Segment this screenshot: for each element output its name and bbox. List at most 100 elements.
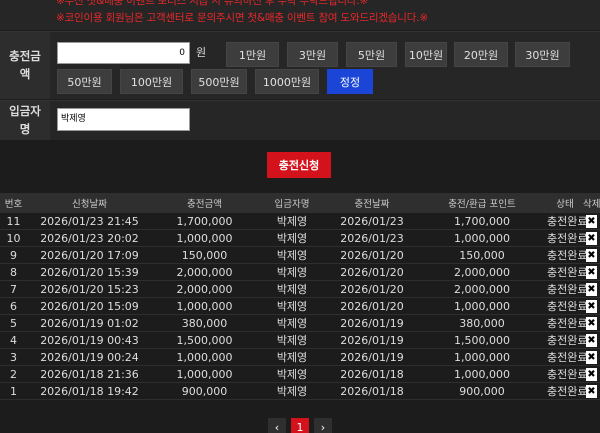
amount-button-5m[interactable]: 500만원: [191, 69, 247, 94]
notice-line-2: ※코인이용 회원님은 고객센터로 문의주시면 첫&매충 이벤트 참여 도와드리겠…: [56, 12, 428, 24]
prev-page-button[interactable]: ‹: [268, 418, 286, 433]
cell-charge-date: 2026/01/19: [340, 333, 404, 347]
cell-points: 1,000,000: [454, 299, 510, 313]
cell-request-date: 2026/01/20 15:23: [40, 282, 139, 296]
cell-charge-date: 2026/01/18: [340, 384, 404, 398]
amount-button-50k[interactable]: 5만원: [346, 42, 397, 67]
cell-amount: 2,000,000: [176, 282, 233, 296]
cell-points: 380,000: [459, 316, 505, 330]
cell-status: 충전완료: [547, 334, 588, 347]
delete-icon[interactable]: ✖: [586, 232, 597, 245]
table-row: 2 2026/01/18 21:36 1,000,000 박제영 2026/01/18 1…: [0, 366, 600, 383]
header-charge-date: 충전날짜: [354, 199, 390, 210]
cell-status: 충전완료: [547, 266, 588, 279]
amount-button-300k[interactable]: 30만원: [515, 42, 570, 67]
amount-button-10k[interactable]: 1만원: [226, 42, 279, 67]
cell-points: 1,000,000: [454, 350, 510, 364]
delete-icon[interactable]: ✖: [586, 266, 597, 279]
header-delete: 삭제: [583, 199, 600, 210]
cell-no: 3: [10, 350, 17, 364]
cell-depositor: 박제영: [276, 317, 308, 330]
cell-no: 1: [10, 384, 17, 398]
cell-delete: ✖: [583, 333, 600, 347]
cell-status: 충전완료: [547, 232, 588, 245]
cell-status: 충전완료: [547, 317, 588, 330]
cell-points: 2,000,000: [454, 265, 510, 279]
amount-button-10m[interactable]: 1000만원: [255, 69, 319, 94]
header-request-date: 신청날짜: [72, 199, 107, 210]
cell-status: 충전완료: [547, 368, 588, 381]
cell-request-date: 2026/01/19 00:43: [40, 333, 139, 347]
amount-button-100k[interactable]: 10만원: [405, 42, 447, 67]
cell-request-date: 2026/01/20 17:09: [40, 248, 139, 262]
next-page-button[interactable]: ›: [314, 418, 332, 433]
cell-amount: 1,700,000: [176, 214, 233, 228]
correct-button[interactable]: 정정: [327, 69, 373, 94]
delete-icon[interactable]: ✖: [586, 249, 597, 262]
delete-icon[interactable]: ✖: [586, 334, 597, 347]
header-depositor: 입금자명: [274, 199, 310, 210]
page-button-current[interactable]: 1: [291, 418, 309, 433]
cell-delete: ✖: [583, 367, 600, 381]
table-row: 11 2026/01/23 21:45 1,700,000 박제영 2026/01/23…: [0, 213, 600, 230]
cell-charge-date: 2026/01/20: [340, 248, 404, 262]
amount-button-500k[interactable]: 50만원: [57, 69, 112, 94]
notice-banner: ※무신 첫&매충 이벤트 보너스 지급 시 유의하신 후 수락 부탁드립니다.※…: [0, 0, 600, 30]
cell-amount: 900,000: [181, 384, 228, 398]
charge-request-button[interactable]: 충전신청: [267, 152, 331, 178]
cell-amount: 1,000,000: [176, 299, 233, 313]
cell-delete: ✖: [583, 231, 600, 245]
cell-charge-date: 2026/01/23: [340, 214, 404, 228]
delete-icon[interactable]: ✖: [586, 351, 597, 364]
cell-amount: 1,000,000: [176, 367, 233, 381]
cell-depositor: 박제영: [276, 266, 308, 279]
amount-button-200k[interactable]: 20만원: [454, 42, 508, 67]
cell-amount: 1,500,000: [176, 333, 233, 347]
delete-icon[interactable]: ✖: [586, 300, 597, 313]
cell-no: 4: [10, 333, 17, 347]
header-status: 상태: [556, 199, 574, 210]
cell-charge-date: 2026/01/20: [340, 282, 404, 296]
cell-delete: ✖: [583, 248, 600, 262]
cell-delete: ✖: [583, 299, 600, 313]
depositor-input[interactable]: 박제영: [57, 108, 190, 131]
cell-charge-date: 2026/01/19: [340, 316, 404, 330]
delete-icon[interactable]: ✖: [586, 385, 597, 398]
cell-status: 충전완료: [547, 283, 588, 296]
notice-line-1: ※무신 첫&매충 이벤트 보너스 지급 시 유의하신 후 수락 부탁드립니다.※: [56, 0, 368, 7]
cell-request-date: 2026/01/20 15:39: [40, 265, 139, 279]
cell-status: 충전완료: [547, 300, 588, 313]
cell-depositor: 박제영: [276, 215, 308, 228]
amount-input[interactable]: 0: [57, 42, 190, 64]
cell-points: 1,700,000: [454, 214, 510, 228]
header-no: 번호: [4, 199, 23, 210]
amount-button-1m[interactable]: 100만원: [120, 69, 183, 94]
cell-no: 2: [10, 367, 17, 381]
cell-depositor: 박제영: [276, 351, 308, 364]
cell-points: 1,500,000: [454, 333, 510, 347]
delete-icon[interactable]: ✖: [586, 368, 597, 381]
pagination: ‹ 1 ›: [0, 418, 600, 433]
amount-row: 충전금액 0 원 1만원 3만원 5만원 10만원 20만원 30만원 50만원…: [0, 31, 600, 99]
cell-status: 충전완료: [547, 215, 588, 228]
table-row: 9 2026/01/20 17:09 150,000 박제영 2026/01/20 150…: [0, 247, 600, 264]
cell-delete: ✖: [583, 316, 600, 330]
cell-no: 11: [6, 214, 21, 228]
cell-depositor: 박제영: [276, 283, 308, 296]
cell-request-date: 2026/01/18 21:36: [40, 367, 139, 381]
cell-request-date: 2026/01/20 15:09: [40, 299, 139, 313]
delete-icon[interactable]: ✖: [586, 317, 597, 330]
header-points: 충전/환급 포인트: [448, 199, 516, 210]
cell-delete: ✖: [583, 214, 600, 228]
table-row: 6 2026/01/20 15:09 1,000,000 박제영 2026/01/20 1…: [0, 298, 600, 315]
delete-icon[interactable]: ✖: [586, 215, 597, 228]
depositor-label: 입금자명: [0, 101, 50, 140]
delete-icon[interactable]: ✖: [586, 283, 597, 296]
cell-amount: 1,000,000: [176, 350, 233, 364]
cell-points: 2,000,000: [454, 282, 510, 296]
cell-request-date: 2026/01/18 19:42: [40, 384, 139, 398]
amount-button-30k[interactable]: 3만원: [287, 42, 338, 67]
cell-request-date: 2026/01/23 21:45: [40, 214, 139, 228]
cell-delete: ✖: [583, 384, 600, 398]
cell-points: 1,000,000: [454, 367, 510, 381]
